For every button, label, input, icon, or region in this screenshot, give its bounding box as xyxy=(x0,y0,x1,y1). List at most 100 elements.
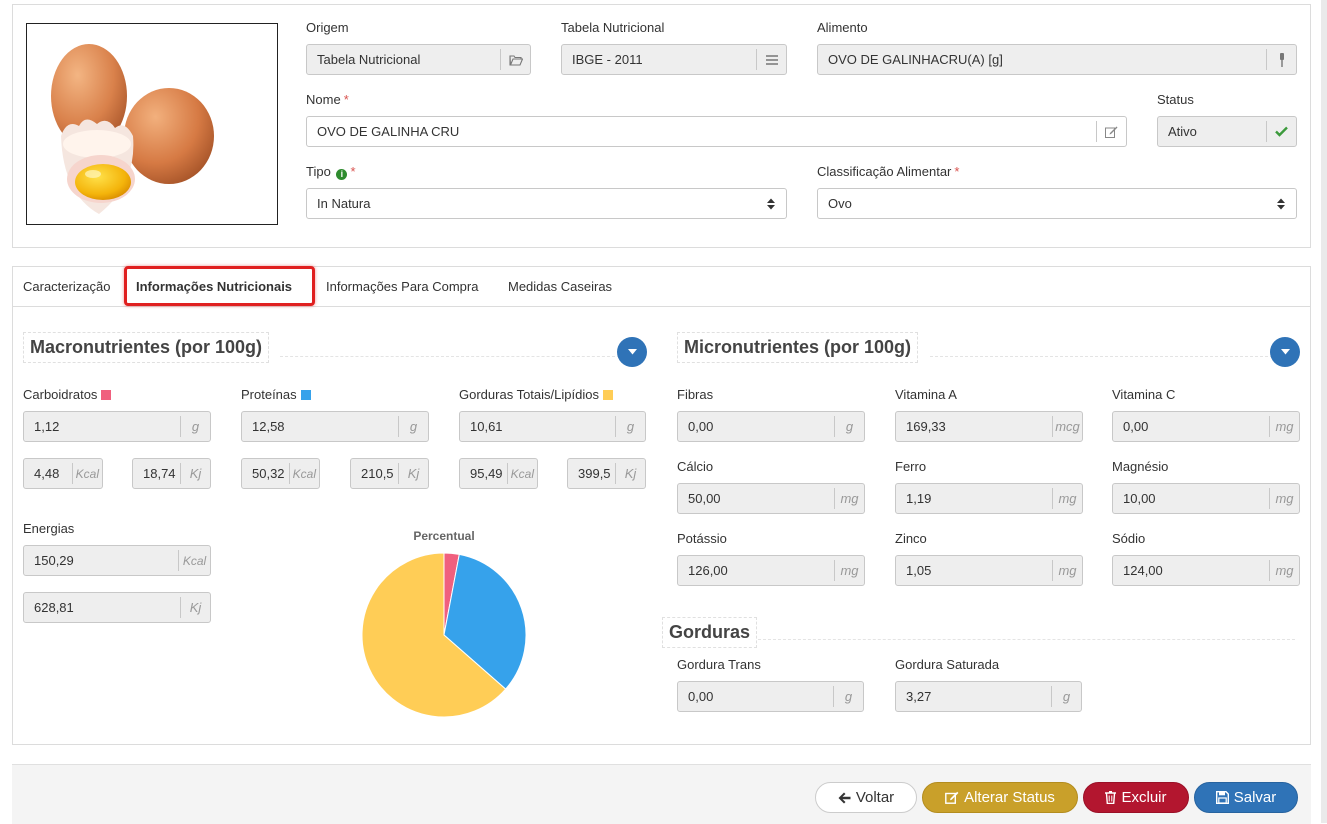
carb-kj-value: 18,74 xyxy=(143,466,176,481)
nome-value: OVO DE GALINHA CRU xyxy=(317,124,460,139)
micro-magnesio-label: Magnésio xyxy=(1112,459,1169,474)
prot-label: Proteínas xyxy=(241,387,311,402)
unit-addon: g xyxy=(1051,686,1081,707)
origem-field[interactable]: Tabela Nutricional xyxy=(306,44,531,75)
micro-zinco-field[interactable]: 1,05 mg xyxy=(895,555,1083,586)
nome-field[interactable]: OVO DE GALINHA CRU xyxy=(306,116,1127,147)
micro-collapse-button[interactable] xyxy=(1270,337,1300,367)
unit-addon: g xyxy=(180,416,210,437)
unit-addon: mg xyxy=(1269,488,1299,509)
carb-kcal-value: 4,48 xyxy=(34,466,60,481)
micro-fibras-field[interactable]: 0,00 g xyxy=(677,411,865,442)
gorduras-section-title: Gorduras xyxy=(662,617,758,648)
gordura-saturada-field[interactable]: 3,27 g xyxy=(895,681,1082,712)
carb-kj-field[interactable]: 18,74 Kj xyxy=(132,458,211,489)
micro-vitamina-c-value: 0,00 xyxy=(1123,419,1149,434)
tab-medidas-caseiras[interactable]: Medidas Caseiras xyxy=(508,279,612,294)
egg-illustration xyxy=(51,44,214,214)
gorduras-section-line xyxy=(758,639,1295,640)
micro-sodio-label: Sódio xyxy=(1112,531,1146,546)
carb-label: Carboidratos xyxy=(23,387,112,402)
micro-magnesio-field[interactable]: 10,00 mg xyxy=(1112,483,1300,514)
carb-kcal-field[interactable]: 4,48 Kcal xyxy=(23,458,103,489)
micro-zinco-label: Zinco xyxy=(895,531,927,546)
select-arrows-icon xyxy=(1266,198,1296,210)
excluir-button[interactable]: Excluir xyxy=(1083,782,1189,813)
alimento-value: OVO DE GALINHACRU(A) [g] xyxy=(828,52,1003,67)
micro-potassio-label: Potássio xyxy=(677,531,727,546)
micro-sodio-value: 124,00 xyxy=(1123,563,1163,578)
origem-label: Origem xyxy=(306,20,349,35)
carb-g-value: 1,12 xyxy=(34,419,60,434)
arrow-left-icon xyxy=(838,792,851,803)
prot-g-field[interactable]: 12,58 g xyxy=(241,411,429,442)
gordura-saturada-label: Gordura Saturada xyxy=(895,657,1000,672)
edit-icon[interactable] xyxy=(1096,121,1126,142)
tabela-field[interactable]: IBGE - 2011 xyxy=(561,44,787,75)
tab-informacoes-nutricionais[interactable]: Informações Nutricionais xyxy=(136,279,292,294)
unit-addon: g xyxy=(833,686,863,707)
unit-addon: Kj xyxy=(180,463,210,484)
status-field[interactable]: Ativo xyxy=(1157,116,1297,147)
micro-zinco-value: 1,05 xyxy=(906,563,932,578)
gord-kj-field[interactable]: 399,5 Kj xyxy=(567,458,646,489)
energia-kcal-field[interactable]: 150,29 Kcal xyxy=(23,545,211,576)
info-icon[interactable]: i xyxy=(336,168,348,180)
voltar-label: Voltar xyxy=(855,789,895,806)
gord-label: Gorduras Totais/Lipídios xyxy=(459,387,613,402)
carb-g-field[interactable]: 1,12 g xyxy=(23,411,211,442)
unit-addon: Kcal xyxy=(506,463,537,484)
voltar-button[interactable]: Voltar xyxy=(815,782,917,813)
gordura-trans-field[interactable]: 0,00 g xyxy=(677,681,864,712)
micro-section-title: Micronutrientes (por 100g) xyxy=(677,332,919,363)
tipo-label: Tipo i * xyxy=(306,164,356,180)
unit-addon: mg xyxy=(1052,560,1082,581)
folder-open-icon[interactable] xyxy=(500,49,530,70)
micro-calcio-field[interactable]: 50,00 mg xyxy=(677,483,865,514)
micro-sodio-field[interactable]: 124,00 mg xyxy=(1112,555,1300,586)
unit-addon: Kj xyxy=(180,597,210,618)
tab-caracterizacao[interactable]: Caracterização xyxy=(23,279,110,294)
gord-g-field[interactable]: 10,61 g xyxy=(459,411,646,442)
salvar-label: Salvar xyxy=(1233,789,1277,806)
macro-collapse-button[interactable] xyxy=(617,337,647,367)
pin-icon[interactable] xyxy=(1266,49,1296,70)
micro-ferro-label: Ferro xyxy=(895,459,927,474)
micro-vitamina-a-field[interactable]: 169,33 mcg xyxy=(895,411,1083,442)
alterar-status-button[interactable]: Alterar Status xyxy=(922,782,1078,813)
energia-kj-value: 628,81 xyxy=(34,600,74,615)
tipo-select[interactable]: In Natura xyxy=(306,188,787,219)
carb-swatch xyxy=(101,390,112,400)
micro-calcio-label: Cálcio xyxy=(677,459,714,474)
prot-kj-field[interactable]: 210,5 Kj xyxy=(350,458,429,489)
alimento-field[interactable]: OVO DE GALINHACRU(A) [g] xyxy=(817,44,1297,75)
tabela-value: IBGE - 2011 xyxy=(572,52,643,67)
classificacao-select[interactable]: Ovo xyxy=(817,188,1297,219)
micro-vitamina-c-field[interactable]: 0,00 mg xyxy=(1112,411,1300,442)
salvar-button[interactable]: Salvar xyxy=(1194,782,1298,813)
unit-addon: mg xyxy=(1052,488,1082,509)
unit-addon: Kcal xyxy=(71,463,102,484)
micro-vitamina-a-label: Vitamina A xyxy=(895,387,957,402)
caret-down-icon xyxy=(627,349,637,355)
gord-kcal-field[interactable]: 95,49 Kcal xyxy=(459,458,538,489)
tab-informacoes-compra[interactable]: Informações Para Compra xyxy=(326,279,478,294)
classificacao-value: Ovo xyxy=(828,196,852,211)
energia-kj-field[interactable]: 628,81 Kj xyxy=(23,592,211,623)
micro-calcio-value: 50,00 xyxy=(688,491,721,506)
micro-potassio-field[interactable]: 126,00 mg xyxy=(677,555,865,586)
gord-kcal-value: 95,49 xyxy=(470,466,503,481)
micro-ferro-field[interactable]: 1,19 mg xyxy=(895,483,1083,514)
caret-down-icon xyxy=(1280,349,1290,355)
macro-section-line xyxy=(280,356,620,357)
page-scrollbar[interactable] xyxy=(1321,0,1327,823)
micro-vitamina-c-label: Vitamina C xyxy=(1112,387,1176,402)
micro-magnesio-value: 10,00 xyxy=(1123,491,1156,506)
origem-value: Tabela Nutricional xyxy=(317,52,421,67)
macro-pie-chart xyxy=(361,552,527,718)
unit-addon: Kcal xyxy=(178,550,210,571)
unit-addon: Kj xyxy=(615,463,645,484)
gordura-trans-label: Gordura Trans xyxy=(677,657,761,672)
prot-kcal-field[interactable]: 50,32 Kcal xyxy=(241,458,320,489)
list-icon[interactable] xyxy=(756,49,786,70)
